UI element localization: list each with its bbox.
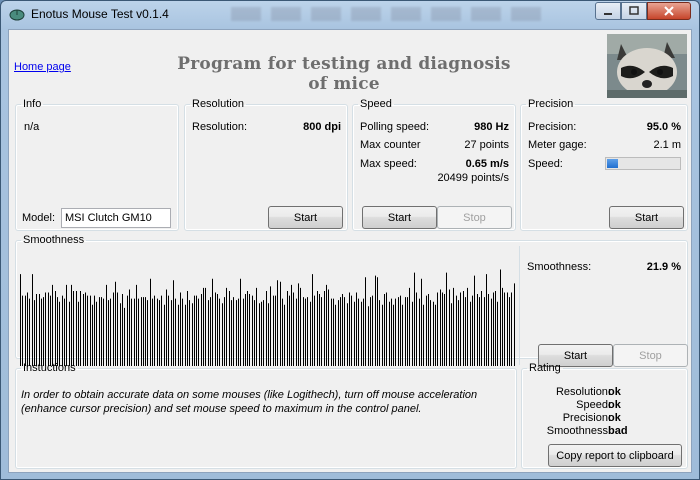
- max-speed-points: 20499 points/s: [437, 172, 509, 184]
- smoothness-value: 21.9 %: [646, 261, 681, 273]
- page-headline: Program for testing and diagnosis of mic…: [177, 54, 511, 94]
- smoothness-divider: [519, 246, 520, 365]
- mouse-app-icon: [9, 9, 25, 21]
- instructions-legend: Instuctions: [23, 362, 76, 374]
- window-title: Enotus Mouse Test v0.1.4: [31, 7, 169, 21]
- speed-stop-button[interactable]: Stop: [437, 206, 512, 229]
- speed-group: Speed Polling speed: 980 Hz Max counter …: [352, 98, 516, 231]
- resolution-group: Resolution Resolution: 800 dpi Start: [184, 98, 348, 231]
- title-bar-background-blur: [231, 7, 551, 21]
- rating-precision-label: Precision:: [562, 412, 611, 424]
- meter-gage-value: 2.1 m: [653, 139, 681, 151]
- max-speed-value: 0.65 m/s: [465, 158, 509, 170]
- precision-speed-meter: [605, 157, 681, 170]
- rating-speed-label: Speed:: [576, 399, 611, 411]
- raccoon-logo: [607, 34, 687, 98]
- resolution-legend: Resolution: [192, 98, 244, 110]
- raccoon-image: [607, 34, 687, 98]
- resolution-label: Resolution:: [192, 121, 248, 133]
- rating-smoothness-value: bad: [608, 425, 628, 437]
- rating-smoothness-label: Smoothness:: [546, 425, 611, 437]
- smoothness-label: Smoothness:: [527, 261, 592, 273]
- maximize-button[interactable]: [621, 2, 647, 20]
- meter-gage-label: Meter gage:: [528, 139, 587, 151]
- title-bar[interactable]: Enotus Mouse Test v0.1.4: [1, 1, 699, 28]
- precision-speed-meter-fill: [607, 159, 618, 168]
- smoothness-plot: [20, 269, 515, 366]
- precision-speed-label: Speed:: [528, 158, 563, 170]
- resolution-start-button[interactable]: Start: [268, 206, 343, 229]
- info-group: Info n/a Model:: [15, 98, 179, 231]
- speed-start-button[interactable]: Start: [362, 206, 437, 229]
- home-page-link[interactable]: Home page: [14, 61, 71, 73]
- precision-group: Precision Precision: 95.0 % Meter gage: …: [520, 98, 688, 231]
- app-window: Enotus Mouse Test v0.1.4 Home page Progr…: [0, 0, 700, 480]
- precision-legend: Precision: [528, 98, 574, 110]
- rating-precision-value: ok: [608, 412, 621, 424]
- minimize-button[interactable]: [595, 2, 621, 20]
- rating-speed-value: ok: [608, 399, 621, 411]
- close-button[interactable]: [647, 2, 691, 20]
- precision-label: Precision:: [528, 121, 577, 133]
- precision-start-button[interactable]: Start: [609, 206, 684, 229]
- close-icon: [664, 6, 674, 16]
- polling-speed-value: 980 Hz: [474, 121, 509, 133]
- max-counter-value: 27 points: [464, 139, 509, 151]
- smoothness-group: Smoothness Smoothness: 21.9 % Start Stop: [15, 234, 688, 367]
- minimize-icon: [604, 13, 612, 15]
- rating-resolution-label: Resolution:: [555, 386, 611, 398]
- rating-group: Rating Resolution: ok Speed: ok Precisio…: [521, 362, 688, 469]
- speed-legend: Speed: [360, 98, 392, 110]
- rating-legend: Rating: [529, 362, 561, 374]
- maximize-icon: [629, 6, 639, 15]
- model-input[interactable]: [61, 208, 171, 228]
- rating-resolution-value: ok: [608, 386, 621, 398]
- info-legend: Info: [23, 98, 42, 110]
- max-speed-label: Max speed:: [360, 158, 417, 170]
- max-counter-label: Max counter: [360, 139, 421, 151]
- resolution-value: 800 dpi: [303, 121, 341, 133]
- smoothness-legend: Smoothness: [23, 234, 85, 246]
- instructions-text: In order to obtain accurate data on some…: [21, 389, 478, 415]
- instructions-group: Instuctions In order to obtain accurate …: [15, 362, 517, 469]
- info-status: n/a: [24, 121, 40, 133]
- copy-report-button[interactable]: Copy report to clipboard: [548, 444, 682, 467]
- client-area: Home page Program for testing and diagno…: [8, 29, 692, 473]
- model-label: Model:: [22, 212, 56, 224]
- precision-value: 95.0 %: [646, 121, 681, 133]
- polling-speed-label: Polling speed:: [360, 121, 430, 133]
